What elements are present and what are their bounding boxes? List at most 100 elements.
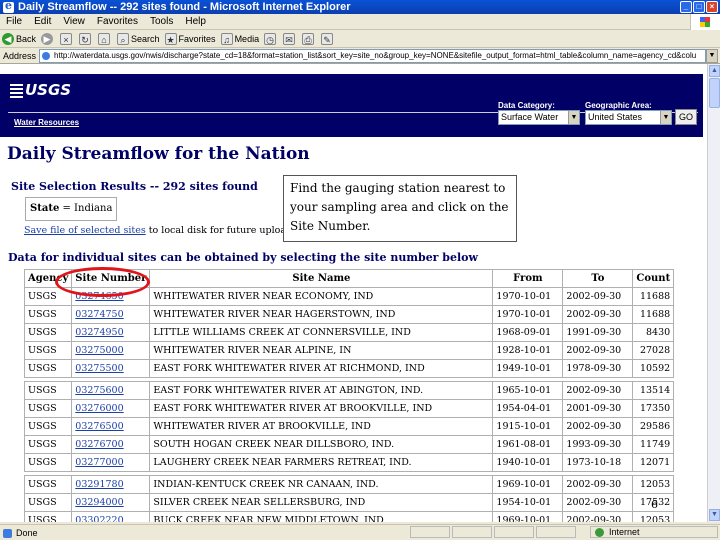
- name-cell: SOUTH HOGAN CREEK NEAR DILLSBORO, IND.: [149, 435, 494, 454]
- name-cell: WHITEWATER RIVER NEAR ALPINE, IN: [149, 341, 494, 360]
- count-cell: 27028: [632, 341, 675, 360]
- count-cell: 11688: [632, 305, 675, 324]
- site-number-cell: 03276500: [71, 417, 151, 436]
- usgs-logo[interactable]: USGS: [10, 81, 71, 103]
- star-icon: ★: [164, 32, 177, 45]
- name-cell: SILVER CREEK NEAR SELLERSBURG, IND: [149, 493, 494, 512]
- minimize-button[interactable]: _: [680, 1, 692, 13]
- scroll-up-icon[interactable]: ▲: [709, 65, 720, 77]
- status-cell: [536, 526, 576, 538]
- home-button[interactable]: ⌂: [98, 32, 112, 45]
- menu-file[interactable]: File: [0, 16, 28, 27]
- site-number-cell: 03291780: [71, 475, 151, 494]
- site-number-link[interactable]: 03274750: [75, 309, 123, 320]
- search-icon: ⌕: [117, 32, 130, 45]
- table-row: USGS 03276700 SOUTH HOGAN CREEK NEAR DILLS…: [23, 435, 675, 454]
- favorites-button[interactable]: ★ Favorites: [164, 32, 216, 45]
- from-cell: 1965-10-01: [492, 381, 564, 400]
- count-cell: 13514: [632, 381, 675, 400]
- menu-tools[interactable]: Tools: [144, 16, 179, 27]
- to-cell: 1978-09-30: [562, 359, 634, 378]
- state-filter-box: State = Indiana: [25, 197, 117, 221]
- count-cell: 12053: [632, 475, 675, 494]
- agency-cell: USGS: [23, 511, 73, 522]
- name-cell: EAST FORK WHITEWATER RIVER AT BROOKVILLE…: [149, 399, 494, 418]
- site-number-cell: 03274950: [71, 323, 151, 342]
- name-cell: WHITEWATER RIVER NEAR ECONOMY, IND: [149, 287, 494, 306]
- mail-button[interactable]: ✉: [283, 32, 297, 45]
- site-number-cell: 03276000: [71, 399, 151, 418]
- save-file-line: Save file of selected sites to local dis…: [24, 225, 292, 236]
- site-number-link[interactable]: 03302220: [75, 515, 123, 522]
- menu-favorites[interactable]: Favorites: [91, 16, 144, 27]
- site-number-link[interactable]: 03275600: [75, 385, 123, 396]
- from-cell: 1968-09-01: [492, 323, 564, 342]
- maximize-button[interactable]: □: [693, 1, 705, 13]
- from-cell: 1954-04-01: [492, 399, 564, 418]
- site-number-link[interactable]: 03275000: [75, 345, 123, 356]
- agency-cell: USGS: [23, 493, 73, 512]
- address-dropdown-icon[interactable]: ▼: [706, 48, 718, 63]
- go-button[interactable]: GO: [675, 109, 697, 125]
- history-icon: ◷: [264, 32, 277, 45]
- data-category-select[interactable]: Surface Water ▼: [498, 110, 580, 125]
- to-cell: 1991-09-30: [562, 323, 634, 342]
- to-cell: 1993-09-30: [562, 435, 634, 454]
- refresh-button[interactable]: ↻: [79, 32, 93, 45]
- back-button[interactable]: ◀ Back: [2, 32, 36, 45]
- agency-cell: USGS: [23, 381, 73, 400]
- name-cell: WHITEWATER RIVER AT BROOKVILLE, IND: [149, 417, 494, 436]
- table-row: USGS 03291780 INDIAN-KENTUCK CREEK NR CANA…: [23, 475, 675, 494]
- agency-cell: USGS: [23, 341, 73, 360]
- forward-button[interactable]: ▶: [41, 32, 55, 45]
- site-number-link[interactable]: 03274950: [75, 327, 123, 338]
- site-number-link[interactable]: 03294000: [75, 497, 123, 508]
- close-button[interactable]: ×: [706, 1, 718, 13]
- table-row: USGS 03302220 BUCK CREEK NEAR NEW MIDDLETO…: [23, 511, 675, 522]
- menu-help[interactable]: Help: [179, 16, 212, 27]
- menu-view[interactable]: View: [57, 16, 91, 27]
- site-number-highlight-circle: [55, 267, 150, 297]
- table-row: USGS 03275600 EAST FORK WHITEWATER RIVER A…: [23, 381, 675, 400]
- refresh-icon: ↻: [79, 32, 92, 45]
- to-cell: 2002-09-30: [562, 341, 634, 360]
- table-row: USGS 03277000 LAUGHERY CREEK NEAR FARMERS …: [23, 453, 675, 472]
- to-cell: 2002-09-30: [562, 381, 634, 400]
- save-file-link[interactable]: Save file of selected sites: [24, 225, 146, 236]
- edit-button[interactable]: ✎: [321, 32, 335, 45]
- site-number-link[interactable]: 03276000: [75, 403, 123, 414]
- sites-table: Agency Site Number Site Name From To Cou…: [23, 269, 675, 522]
- to-cell: 2001-09-30: [562, 399, 634, 418]
- to-cell: 1973-10-18: [562, 453, 634, 472]
- site-number-link[interactable]: 03276700: [75, 439, 123, 450]
- table-row: USGS 03276500 WHITEWATER RIVER AT BROOKVIL…: [23, 417, 675, 436]
- scroll-down-icon[interactable]: ▼: [709, 509, 720, 521]
- agency-cell: USGS: [23, 475, 73, 494]
- site-number-link[interactable]: 03276500: [75, 421, 123, 432]
- site-number-link[interactable]: 03291780: [75, 479, 123, 490]
- window-title-bar: Daily Streamflow -- 292 sites found - Mi…: [0, 0, 720, 14]
- windows-logo-icon: [690, 14, 720, 30]
- menu-bar: File Edit View Favorites Tools Help: [0, 14, 720, 30]
- address-input[interactable]: http://waterdata.usgs.gov/nwis/discharge…: [39, 48, 706, 63]
- to-cell: 2002-09-30: [562, 511, 634, 522]
- geographic-area-select[interactable]: United States ▼: [585, 110, 672, 125]
- site-number-link[interactable]: 03275500: [75, 363, 123, 374]
- media-button[interactable]: ♫ Media: [220, 32, 259, 45]
- vertical-scrollbar[interactable]: ▲ ▼: [707, 64, 720, 522]
- history-button[interactable]: ◷: [264, 32, 278, 45]
- menu-edit[interactable]: Edit: [28, 16, 57, 27]
- from-cell: 1969-10-01: [492, 475, 564, 494]
- toolbar: ◀ Back ▶ × ↻ ⌂ ⌕ Search ★ Favorites ♫ Me…: [0, 30, 720, 48]
- print-button[interactable]: ⎙: [302, 32, 316, 45]
- to-cell: 2002-09-30: [562, 417, 634, 436]
- stop-button[interactable]: ×: [60, 32, 74, 45]
- scroll-thumb[interactable]: [709, 78, 720, 108]
- water-resources-link[interactable]: Water Resources: [14, 118, 79, 127]
- slide-number: 6: [651, 498, 658, 511]
- home-icon: ⌂: [98, 32, 111, 45]
- table-row: USGS 03275500 EAST FORK WHITEWATER RIVER A…: [23, 359, 675, 378]
- search-button[interactable]: ⌕ Search: [117, 32, 160, 45]
- site-number-link[interactable]: 03277000: [75, 457, 123, 468]
- geographic-area-label: Geographic Area:: [585, 101, 652, 110]
